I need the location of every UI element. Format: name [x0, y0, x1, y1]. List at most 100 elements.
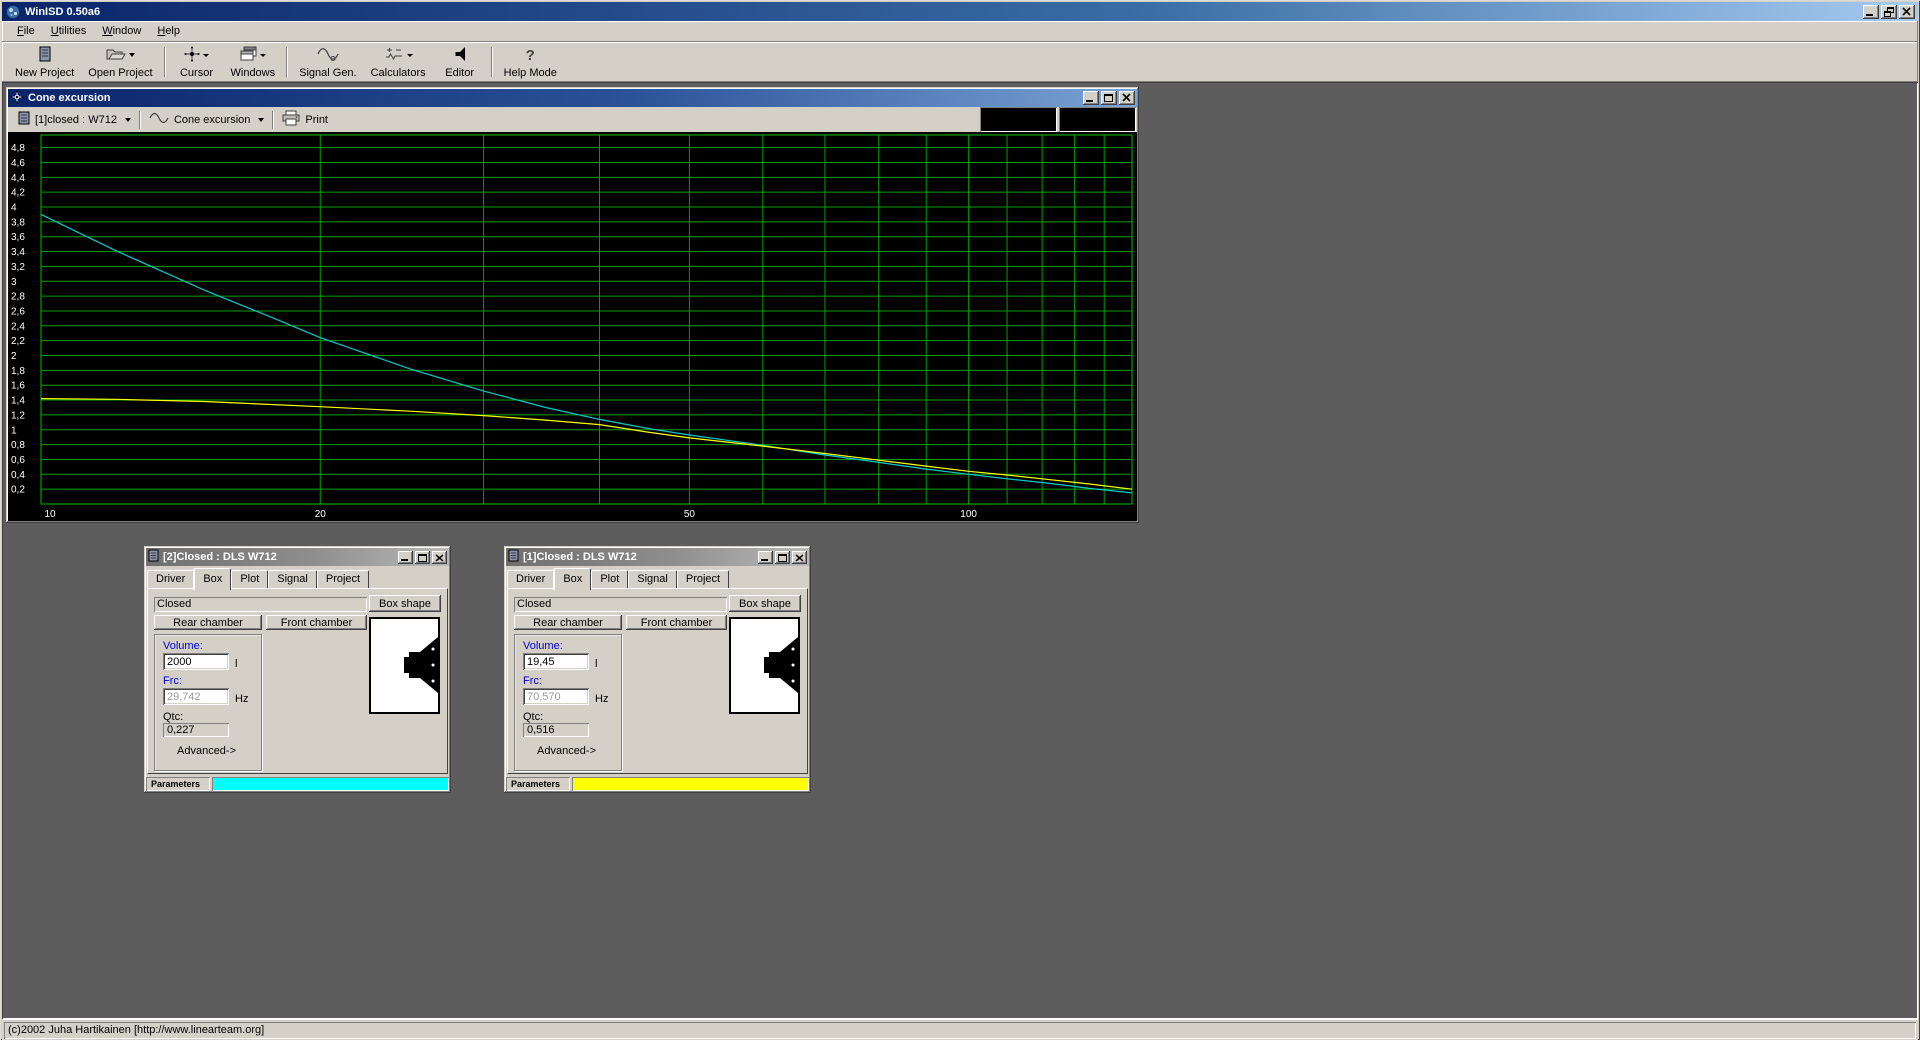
project-window-1: [1]Closed : DLS W712 Driver Box Plot Sig… — [504, 546, 811, 793]
volume-input[interactable] — [523, 653, 589, 670]
toolbar: New Project Open Project Cursor Windows … — [2, 42, 1918, 82]
new-project-button[interactable]: New Project — [8, 44, 81, 80]
project-window-title-bar[interactable]: [1]Closed : DLS W712 — [506, 548, 809, 566]
close-button[interactable] — [1119, 91, 1135, 105]
tab-signal[interactable]: Signal — [628, 570, 677, 588]
box-type-field: Closed — [154, 597, 367, 612]
frc-unit: Hz — [235, 693, 248, 705]
maximize-button[interactable] — [1101, 91, 1117, 105]
editor-button[interactable]: Editor — [433, 44, 487, 80]
sine-wave-icon — [149, 112, 169, 127]
svg-text:1,6: 1,6 — [11, 381, 25, 392]
windows-button[interactable]: Windows — [224, 44, 283, 80]
svg-text:1,4: 1,4 — [11, 396, 25, 407]
svg-text:0,8: 0,8 — [11, 440, 25, 451]
project-window-title: [2]Closed : DLS W712 — [163, 551, 398, 563]
minimize-button[interactable] — [398, 551, 413, 564]
tab-signal[interactable]: Signal — [268, 570, 317, 588]
project-icon — [148, 549, 159, 565]
minimize-icon — [761, 559, 768, 561]
svg-text:1,8: 1,8 — [11, 366, 25, 377]
front-chamber-button[interactable]: Front chamber — [266, 615, 367, 630]
dropdown-arrow-icon[interactable] — [129, 53, 135, 57]
open-project-button[interactable]: Open Project — [81, 44, 159, 80]
project-window-title-bar[interactable]: [2]Closed : DLS W712 — [146, 548, 449, 566]
minimize-button[interactable] — [1863, 5, 1879, 19]
project-icon — [508, 549, 519, 565]
volume-input[interactable] — [163, 653, 229, 670]
minimize-icon — [1866, 14, 1873, 16]
volume-label: Volume: — [523, 640, 563, 652]
dropdown-arrow-icon[interactable] — [258, 118, 264, 122]
minimize-button[interactable] — [1083, 91, 1099, 105]
box-tab-page: Closed Box shape Rear chamber Front cham… — [507, 588, 808, 774]
cursor-button[interactable]: Cursor — [170, 44, 224, 80]
maximize-button[interactable] — [775, 551, 790, 564]
dropdown-arrow-icon[interactable] — [260, 54, 266, 57]
driver-icon — [371, 619, 438, 712]
menu-file[interactable]: File — [10, 23, 42, 40]
box-tab-page: Closed Box shape Rear chamber Front cham… — [147, 588, 448, 774]
tab-driver[interactable]: Driver — [507, 570, 554, 588]
svg-text:4,8: 4,8 — [11, 143, 25, 154]
tab-box[interactable]: Box — [194, 568, 231, 590]
tab-project[interactable]: Project — [677, 570, 729, 588]
restore-button[interactable] — [1881, 5, 1897, 19]
dropdown-arrow-icon[interactable] — [407, 54, 413, 57]
svg-text:1: 1 — [11, 425, 17, 436]
advanced-link[interactable]: Advanced-> — [177, 745, 236, 757]
close-button[interactable] — [792, 551, 807, 564]
svg-text:3,8: 3,8 — [11, 217, 25, 228]
rear-chamber-button[interactable]: Rear chamber — [154, 615, 262, 630]
close-button[interactable] — [1899, 5, 1915, 19]
svg-text:3: 3 — [11, 277, 17, 288]
svg-text:0,2: 0,2 — [11, 485, 25, 496]
signal-generator-button[interactable]: Signal Gen. — [292, 44, 363, 80]
project-selector[interactable]: [1]closed : W712 — [14, 111, 135, 128]
project-icon — [18, 111, 30, 128]
plot-window-title-bar[interactable]: Cone excursion — [8, 89, 1137, 107]
tab-driver[interactable]: Driver — [147, 570, 194, 588]
maximize-button[interactable] — [415, 551, 430, 564]
tab-plot[interactable]: Plot — [591, 570, 628, 588]
qtc-label: Qtc: — [163, 711, 183, 723]
project-color-bar — [572, 777, 809, 791]
close-button[interactable] — [432, 551, 447, 564]
svg-text:4: 4 — [11, 203, 17, 214]
menu-utilities[interactable]: Utilities — [44, 23, 93, 40]
tab-box[interactable]: Box — [554, 568, 591, 590]
cascade-windows-icon — [240, 46, 257, 64]
box-shape-button[interactable]: Box shape — [729, 595, 801, 612]
project-window-2: [2]Closed : DLS W712 Driver Box Plot Sig… — [144, 546, 451, 793]
driver-icon — [731, 619, 798, 712]
rear-chamber-button[interactable]: Rear chamber — [514, 615, 622, 630]
project-window-title: [1]Closed : DLS W712 — [523, 551, 758, 563]
mdi-area: Cone excursion [1]closed : W712 Cone exc… — [2, 82, 1918, 1019]
dropdown-arrow-icon[interactable] — [203, 54, 209, 57]
tab-bar: Driver Box Plot Signal Project — [507, 568, 808, 588]
svg-text:2,6: 2,6 — [11, 306, 25, 317]
graph-type-selector[interactable]: Cone excursion — [145, 112, 268, 127]
menu-help[interactable]: Help — [150, 23, 187, 40]
help-mode-button[interactable]: ? Help Mode — [497, 44, 564, 80]
front-chamber-button[interactable]: Front chamber — [626, 615, 727, 630]
close-icon — [795, 553, 804, 565]
advanced-link[interactable]: Advanced-> — [537, 745, 596, 757]
svg-text:50: 50 — [684, 509, 696, 520]
qtc-input — [163, 723, 229, 737]
svg-text:4,2: 4,2 — [11, 188, 25, 199]
status-bar: (c)2002 Juha Hartikainen [http://www.lin… — [2, 1019, 1918, 1040]
print-button[interactable]: Print — [278, 110, 332, 129]
dropdown-arrow-icon[interactable] — [125, 118, 131, 122]
title-bar[interactable]: WinISD 0.50a6 — [2, 2, 1918, 21]
rear-chamber-panel: Volume: l Frc: Hz Qtc: Advanced-> — [514, 634, 622, 771]
minimize-icon — [401, 559, 408, 561]
calculators-button[interactable]: Calculators — [364, 44, 433, 80]
speaker-icon — [453, 46, 467, 65]
minimize-button[interactable] — [758, 551, 773, 564]
new-project-icon — [38, 46, 52, 65]
box-shape-button[interactable]: Box shape — [369, 595, 441, 612]
menu-window[interactable]: Window — [95, 23, 148, 40]
tab-project[interactable]: Project — [317, 570, 369, 588]
tab-plot[interactable]: Plot — [231, 570, 268, 588]
